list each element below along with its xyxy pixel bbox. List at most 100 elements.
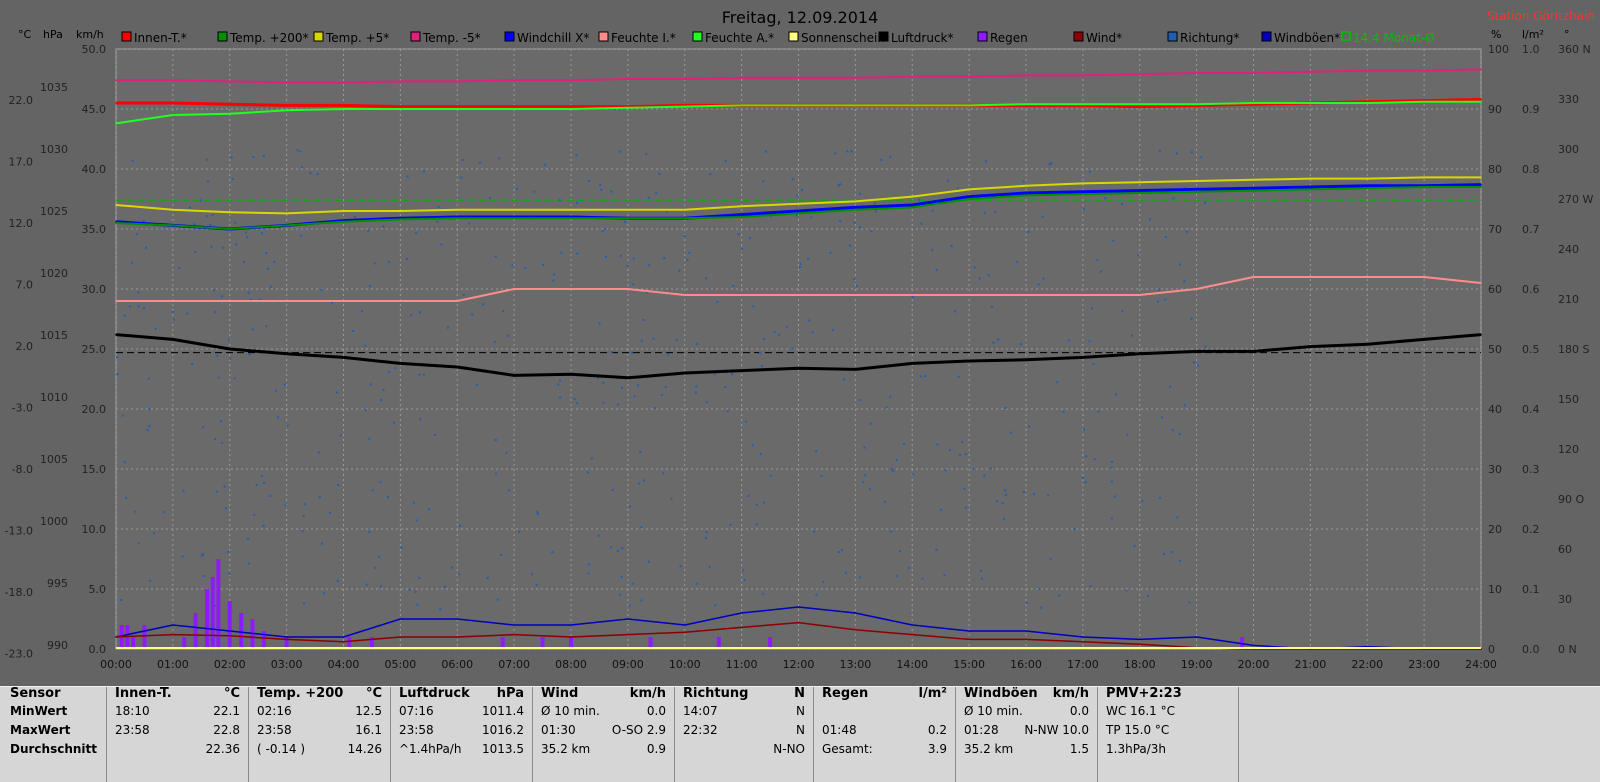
direction-point [217,376,220,379]
series-point [797,212,800,215]
direction-point [457,573,460,576]
direction-point [870,230,873,233]
direction-point [228,572,231,575]
direction-point [917,198,920,201]
direction-point [1068,339,1071,342]
direction-point [317,451,320,454]
summary-col-name: Windböen [964,686,1038,701]
series-point [1025,359,1027,361]
direction-point [791,347,794,350]
legend-label-1: Temp. +200* [229,31,309,45]
direction-point [1126,433,1129,436]
direction-point [662,472,665,475]
series-point [399,218,402,221]
direction-point [153,532,156,535]
direction-point [632,283,635,286]
row-label-avg: Durchschnitt [10,742,98,756]
summary-col-name: Regen [822,686,869,701]
direction-point [716,300,719,303]
direction-point [939,508,942,511]
direction-point [1131,334,1134,337]
direction-point [931,209,934,212]
direction-point [216,354,219,357]
direction-point [489,197,492,200]
summary-cell-value: 22.8 [213,723,240,737]
direction-point [443,585,446,588]
direction-point [889,395,892,398]
tick-wind-9: 5.0 [89,583,107,596]
direction-point [1104,197,1107,200]
direction-point [536,512,539,515]
series-point [1195,180,1198,182]
direction-point [416,603,419,606]
direction-point [785,325,788,328]
direction-point [642,479,645,482]
series-point [285,81,288,84]
direction-point [936,443,939,446]
summary-cell-label: WC 16.1 °C [1106,704,1175,718]
series-point [1138,181,1141,183]
direction-point [963,487,966,490]
series-point [740,216,743,218]
series-point [911,204,914,206]
series-point [1138,189,1141,192]
direction-point [832,329,835,332]
direction-point [154,327,157,330]
direction-point [1073,527,1076,530]
direction-point [1082,477,1085,480]
series-point [115,636,117,638]
series-point [1195,103,1198,105]
rain-bar [210,577,215,649]
direction-point [949,449,952,452]
summary-cell-label: 23:58 [257,723,292,737]
direction-point [751,444,754,447]
direction-point [147,377,150,380]
direction-point [284,504,287,507]
direction-point [631,582,634,585]
series-point [115,333,117,336]
tick-dir-5: 210 [1558,293,1579,306]
direction-point [194,251,197,254]
series-point [797,621,800,624]
summary-cell-label: Ø 10 min. [541,704,600,718]
direction-point [373,262,376,265]
direction-point [507,334,510,337]
legend-label-8: Luftdruck* [891,31,954,45]
unit-press: hPa [43,28,63,41]
direction-point [931,249,934,252]
series-point [172,624,174,626]
series-point [854,104,857,107]
series-point [854,629,857,631]
series-point [1025,638,1027,641]
tick-pct-5: 50 [1488,343,1502,356]
direction-point [575,154,578,157]
direction-point [171,310,174,313]
summary-cell-label: Ø 10 min. [964,704,1023,718]
direction-point [371,489,374,492]
direction-point [892,469,895,472]
direction-point [890,530,893,533]
direction-point [1204,345,1207,348]
direction-point [683,235,686,238]
direction-point [799,266,802,269]
direction-point [1004,489,1007,492]
direction-point [486,576,489,579]
direction-point [994,210,997,213]
direction-point [199,199,202,202]
direction-point [245,231,248,234]
series-point [627,78,629,80]
direction-point [223,485,226,488]
summary-cell-value: 0.0 [646,704,666,718]
direction-point [552,279,555,282]
series-point [1366,187,1369,189]
summary-cell-value: 1013.5 [482,742,524,756]
tick-time-14: 14:00 [896,658,928,671]
series-point [513,108,515,110]
direction-point [694,391,697,394]
direction-point [911,296,914,299]
summary-col-name: Temp. +200 [257,686,344,701]
tick-dir-11: 30 [1558,593,1572,606]
summary-col-unit: km/h [1052,686,1089,701]
series-point [797,203,800,205]
direction-point [586,471,589,474]
